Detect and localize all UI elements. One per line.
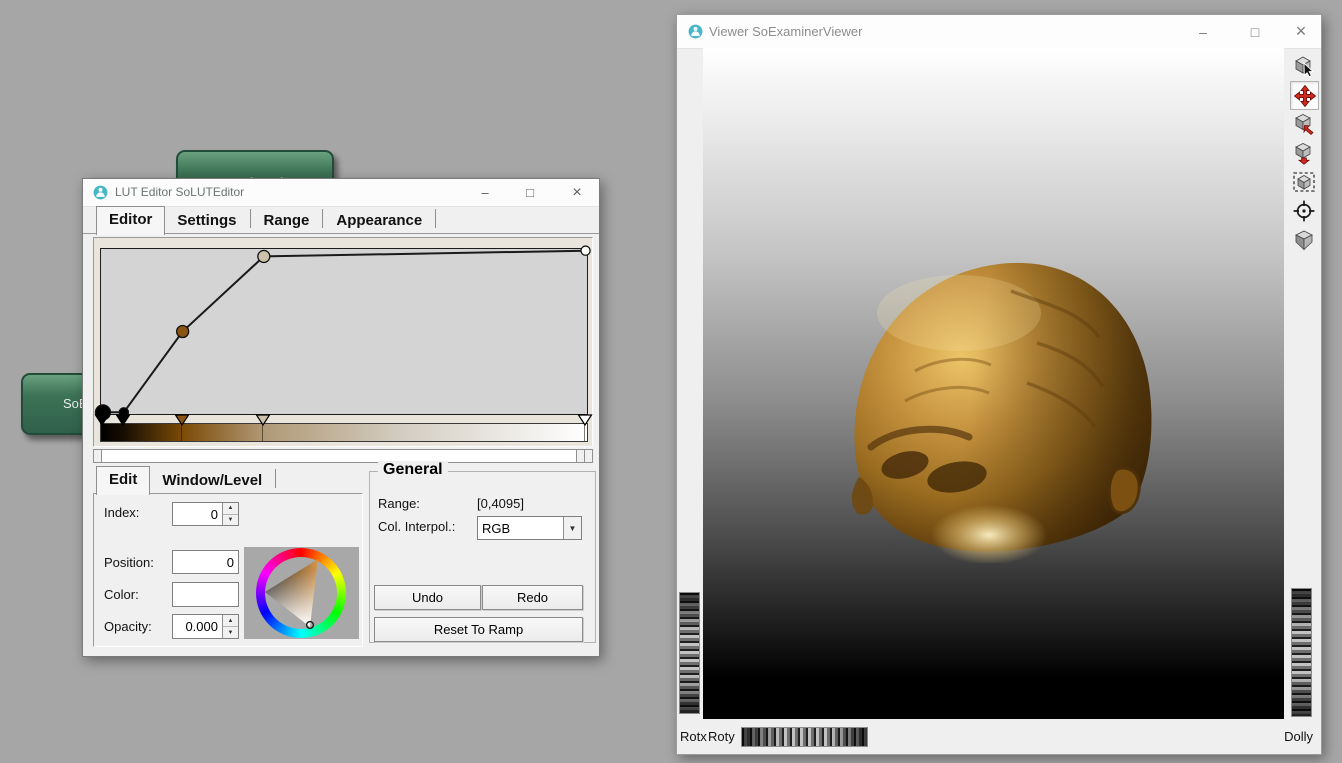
- maximize-button[interactable]: □: [512, 179, 548, 206]
- lut-curve-point[interactable]: [258, 250, 270, 262]
- general-legend: General: [378, 461, 448, 479]
- spin-down-icon[interactable]: ▼: [223, 515, 238, 526]
- sv-triangle[interactable]: [256, 548, 346, 638]
- opacity-label: Opacity:: [104, 619, 152, 634]
- maximize-button[interactable]: □: [1234, 15, 1276, 48]
- general-groupbox: General Range: [0,4095] Col. Interpol.: …: [369, 471, 596, 643]
- lut-tabbar: Editor Settings Range Appearance: [96, 207, 437, 234]
- lut-curve-point[interactable]: [177, 326, 189, 338]
- lut-gradient-marker[interactable]: [255, 414, 271, 426]
- minimize-button[interactable]: –: [1182, 15, 1224, 48]
- lut-marker-layer: [100, 414, 586, 444]
- app-logo-icon: [688, 24, 703, 39]
- color-label: Color:: [104, 587, 139, 602]
- tab-range[interactable]: Range: [252, 208, 322, 234]
- tab-editor[interactable]: Editor: [96, 206, 165, 235]
- tab-edit[interactable]: Edit: [96, 466, 150, 495]
- spin-buttons[interactable]: ▲ ▼: [222, 615, 238, 638]
- scrollbar-right-cap[interactable]: [576, 450, 584, 462]
- position-value: 0: [173, 555, 238, 570]
- opacity-spinbox[interactable]: 0.000 ▲ ▼: [172, 614, 239, 639]
- interpol-value: RGB: [478, 521, 563, 536]
- position-field[interactable]: 0: [172, 550, 239, 574]
- close-button[interactable]: ×: [557, 179, 597, 206]
- scrollbar-left-cap[interactable]: [94, 450, 102, 462]
- tab-appearance[interactable]: Appearance: [324, 208, 434, 234]
- lut-range-scrollbar[interactable]: [93, 449, 593, 463]
- opacity-value: 0.000: [173, 619, 222, 634]
- view-mode-button[interactable]: [1290, 81, 1319, 110]
- lut-gradient-marker[interactable]: [174, 414, 190, 426]
- range-value: [0,4095]: [477, 496, 524, 511]
- pick-mode-button[interactable]: [1290, 52, 1317, 79]
- lut-subtabbar: Edit Window/Level: [96, 468, 277, 494]
- lut-gradient-marker[interactable]: [94, 414, 110, 426]
- lut-gradient-marker[interactable]: [115, 414, 131, 426]
- scrollbar-right-cap2[interactable]: [584, 450, 592, 462]
- index-value: 0: [173, 507, 222, 522]
- focal-point-button[interactable]: [1290, 197, 1317, 224]
- window-title: Viewer SoExaminerViewer: [709, 24, 862, 39]
- window-title: LUT Editor SoLUTEditor: [115, 185, 244, 199]
- color-wheel[interactable]: [244, 547, 359, 639]
- lut-editor-window: LUT Editor SoLUTEditor – □ × Editor Sett…: [82, 178, 600, 657]
- set-home-button[interactable]: [1290, 139, 1317, 166]
- dolly-label: Dolly: [1284, 729, 1313, 744]
- redo-button[interactable]: Redo: [482, 585, 583, 610]
- tab-settings[interactable]: Settings: [165, 208, 248, 234]
- rotx-label: Rotx: [680, 729, 707, 744]
- lut-curve-svg[interactable]: [101, 249, 587, 414]
- app-logo-icon: [93, 185, 108, 200]
- view-all-button[interactable]: [1290, 168, 1317, 195]
- spin-up-icon[interactable]: ▲: [223, 503, 238, 515]
- interpol-combobox[interactable]: RGB ▼: [477, 516, 582, 540]
- camera-type-button[interactable]: [1290, 226, 1317, 253]
- range-label: Range:: [378, 496, 420, 511]
- spin-down-icon[interactable]: ▼: [223, 627, 238, 638]
- roty-label: Roty: [708, 729, 735, 744]
- tab-separator: [275, 469, 276, 488]
- viewer-titlebar[interactable]: Viewer SoExaminerViewer: [677, 15, 1321, 49]
- spin-buttons[interactable]: ▲ ▼: [222, 503, 238, 525]
- rotx-thumbwheel[interactable]: [679, 592, 700, 714]
- seek-mode-button[interactable]: [1290, 110, 1317, 137]
- close-button[interactable]: ×: [1281, 15, 1321, 48]
- tab-separator: [322, 209, 323, 228]
- lut-curve-point[interactable]: [581, 246, 590, 255]
- index-label: Index:: [104, 505, 139, 520]
- roty-thumbwheel[interactable]: [741, 727, 868, 747]
- interpol-label: Col. Interpol.:: [378, 519, 455, 534]
- tab-separator: [250, 209, 251, 228]
- viewer-viewport[interactable]: [703, 48, 1284, 719]
- color-swatch-button[interactable]: [172, 582, 239, 607]
- lut-curve-panel: [93, 237, 593, 447]
- viewer-bottom-bar: Rotx Roty Dolly: [677, 719, 1319, 752]
- position-label: Position:: [104, 555, 154, 570]
- undo-button[interactable]: Undo: [374, 585, 481, 610]
- lut-gradient-marker[interactable]: [577, 414, 593, 426]
- chevron-down-icon: ▼: [564, 517, 581, 539]
- tab-window-level[interactable]: Window/Level: [150, 468, 274, 494]
- reset-to-ramp-button[interactable]: Reset To Ramp: [374, 617, 583, 642]
- viewer-window: Viewer SoExaminerViewer – □ ×: [676, 14, 1322, 755]
- index-spinbox[interactable]: 0 ▲ ▼: [172, 502, 239, 526]
- dolly-thumbwheel[interactable]: [1291, 588, 1312, 717]
- spin-up-icon[interactable]: ▲: [223, 615, 238, 627]
- rendered-head: [841, 251, 1163, 563]
- tab-separator: [435, 209, 436, 228]
- lut-curve-plot[interactable]: [100, 248, 588, 415]
- combo-arrow-button[interactable]: ▼: [563, 517, 581, 539]
- lut-edit-panel: Index: 0 ▲ ▼ Position: 0 Color: Opacity:…: [93, 493, 363, 647]
- minimize-button[interactable]: –: [467, 179, 503, 206]
